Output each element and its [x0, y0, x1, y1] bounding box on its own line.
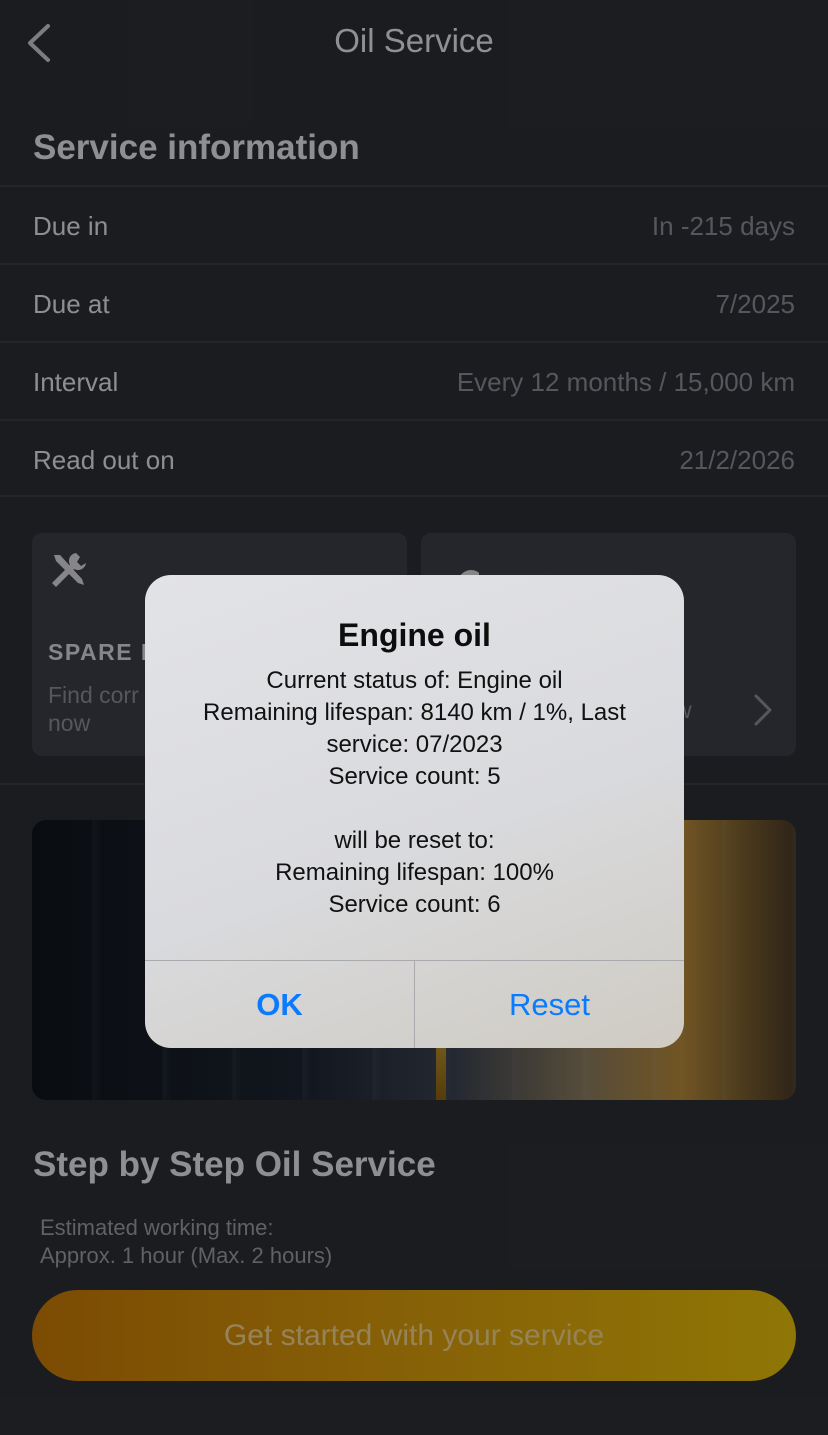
alert-line: Current status of: Engine oil: [266, 667, 563, 694]
alert-message: Current status of: Engine oil Remaining …: [165, 665, 664, 921]
alert-spacer: [165, 793, 664, 825]
alert-line: Remaining lifespan: 8140 km / 1%, Last: [203, 699, 626, 726]
alert-title: Engine oil: [338, 617, 491, 653]
reset-button[interactable]: Reset: [415, 961, 684, 1048]
alert-line: service: 07/2023: [326, 731, 503, 758]
alert-line: Service count: 6: [328, 891, 501, 918]
ok-button[interactable]: OK: [145, 961, 414, 1048]
alert-line: Service count: 5: [328, 763, 501, 790]
alert-line: will be reset to:: [334, 827, 495, 854]
alert-dialog: Engine oil Current status of: Engine oil…: [145, 575, 684, 1048]
alert-line: Remaining lifespan: 100%: [275, 859, 554, 886]
screen: Oil Service Service information Due in I…: [0, 0, 828, 1435]
